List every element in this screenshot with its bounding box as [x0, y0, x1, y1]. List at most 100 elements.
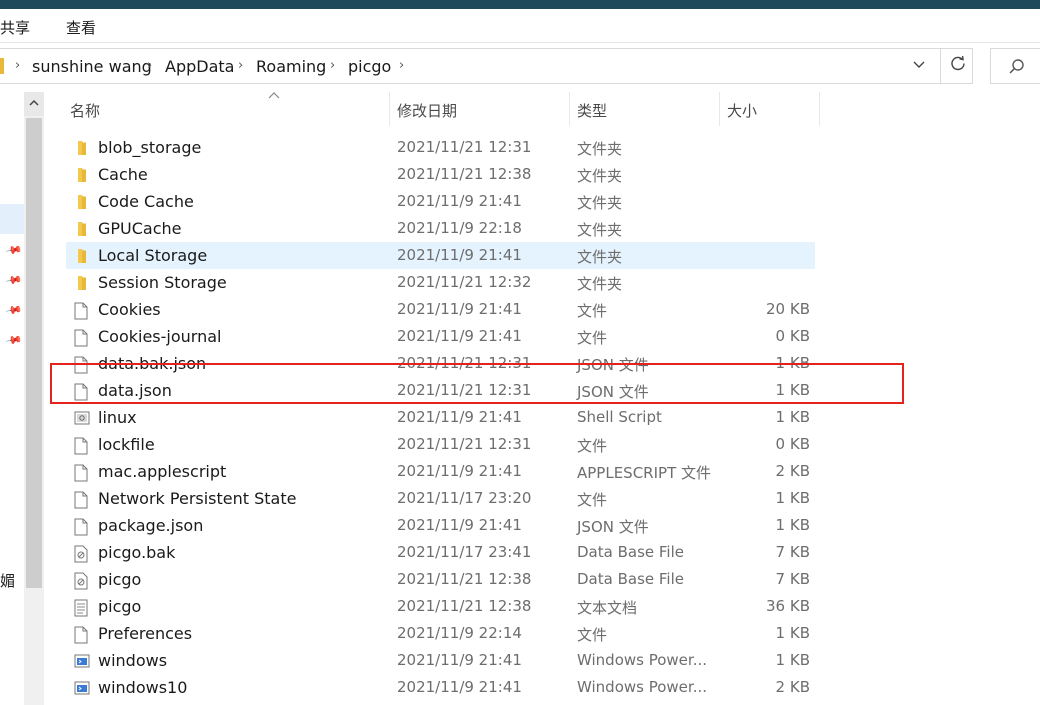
- search-box[interactable]: [990, 48, 1040, 84]
- ribbon-tabs: 共享 查看: [0, 9, 1040, 43]
- folder-icon: [74, 140, 90, 156]
- file-size: 1 KB: [775, 624, 810, 642]
- database-file-icon: [74, 545, 90, 563]
- file-name: linux: [98, 408, 137, 427]
- breadcrumb-roaming[interactable]: Roaming: [256, 57, 326, 76]
- file-modified: 2021/11/9 21:41: [397, 408, 522, 426]
- file-type: 文本文档: [577, 599, 638, 617]
- breadcrumb-picgo[interactable]: picgo: [348, 57, 391, 76]
- scroll-up-button[interactable]: [24, 92, 44, 116]
- column-name[interactable]: 名称: [70, 100, 100, 121]
- file-type: 文件夹: [577, 221, 623, 239]
- file-name: picgo: [98, 597, 142, 616]
- column-divider[interactable]: [719, 92, 720, 126]
- chevron-right-icon[interactable]: ›: [330, 58, 335, 73]
- file-type: 文件夹: [577, 248, 623, 266]
- file-icon: [74, 302, 90, 320]
- address-bar[interactable]: › sunshine wang › AppData › Roaming › pi…: [0, 48, 973, 84]
- file-type: 文件: [577, 437, 608, 455]
- file-type: 文件夹: [577, 167, 623, 185]
- file-row[interactable]: GPUCache 2021/11/9 22:18 文件夹: [66, 215, 815, 242]
- file-type: Data Base File: [577, 543, 684, 561]
- file-row[interactable]: Code Cache 2021/11/9 21:41 文件夹: [66, 188, 815, 215]
- file-type: 文件: [577, 329, 608, 347]
- column-size[interactable]: 大小: [727, 100, 757, 121]
- file-name: Network Persistent State: [98, 489, 297, 508]
- chevron-right-icon[interactable]: ›: [238, 58, 243, 73]
- file-row[interactable]: windows 2021/11/9 21:41 Windows Power... 1 …: [66, 647, 815, 674]
- file-name: package.json: [98, 516, 204, 535]
- tab-view[interactable]: 查看: [66, 17, 96, 38]
- file-size: 1 KB: [775, 516, 810, 534]
- chevron-right-icon[interactable]: ›: [147, 58, 152, 73]
- nav-selected-item[interactable]: [0, 204, 24, 234]
- file-row[interactable]: Cache 2021/11/21 12:38 文件夹: [66, 161, 815, 188]
- column-divider[interactable]: [569, 92, 570, 126]
- file-type: 文件夹: [577, 275, 623, 293]
- column-divider[interactable]: [819, 92, 820, 126]
- pin-icon: 📌: [4, 331, 24, 350]
- breadcrumb-sunshine-wang[interactable]: sunshine wang: [32, 57, 152, 76]
- file-row[interactable]: picgo.bak 2021/11/17 23:41 Data Base File 7…: [66, 539, 815, 566]
- file-row[interactable]: picgo 2021/11/21 12:38 文本文档 36 KB: [66, 593, 815, 620]
- file-icon: [74, 437, 90, 455]
- search-icon: [1008, 58, 1026, 80]
- nav-item-label-fragment[interactable]: 媚: [0, 570, 15, 591]
- file-modified: 2021/11/17 23:41: [397, 543, 532, 561]
- tab-share[interactable]: 共享: [0, 17, 30, 38]
- file-row[interactable]: package.json 2021/11/9 21:41 JSON 文件 1 KB: [66, 512, 815, 539]
- breadcrumb-appdata[interactable]: AppData: [165, 57, 234, 76]
- file-row[interactable]: picgo 2021/11/21 12:38 Data Base File 7 KB: [66, 566, 815, 593]
- file-row[interactable]: Local Storage 2021/11/9 21:41 文件夹: [66, 242, 815, 269]
- folder-icon: [74, 221, 90, 237]
- file-name: blob_storage: [98, 138, 202, 157]
- folder-icon: [0, 58, 4, 74]
- column-divider[interactable]: [389, 92, 390, 126]
- chevron-right-icon[interactable]: ›: [399, 58, 404, 73]
- column-type[interactable]: 类型: [577, 100, 607, 121]
- chevron-right-icon[interactable]: ›: [15, 58, 20, 73]
- file-row[interactable]: Session Storage 2021/11/21 12:32 文件夹: [66, 269, 815, 296]
- file-modified: 2021/11/21 12:38: [397, 597, 532, 615]
- file-type: 文件: [577, 626, 608, 644]
- file-icon: [74, 464, 90, 482]
- file-row[interactable]: linux 2021/11/9 21:41 Shell Script 1 KB: [66, 404, 815, 431]
- file-name: windows10: [98, 678, 188, 697]
- refresh-button[interactable]: [940, 48, 973, 84]
- file-name: GPUCache: [98, 219, 182, 238]
- file-size: 0 KB: [775, 327, 810, 345]
- file-row[interactable]: Cookies-journal 2021/11/9 21:41 文件 0 KB: [66, 323, 815, 350]
- file-modified: 2021/11/9 21:41: [397, 678, 522, 696]
- file-icon: [74, 518, 90, 536]
- nav-scrollbar-thumb[interactable]: [26, 118, 42, 588]
- file-name: Preferences: [98, 624, 193, 643]
- file-icon: [74, 329, 90, 347]
- file-modified: 2021/11/21 12:38: [397, 165, 532, 183]
- folder-icon: [74, 275, 90, 291]
- file-name: picgo.bak: [98, 543, 176, 562]
- file-row[interactable]: mac.applescript 2021/11/9 21:41 APPLESCRIP…: [66, 458, 815, 485]
- file-modified: 2021/11/21 12:38: [397, 570, 532, 588]
- file-modified: 2021/11/9 21:41: [397, 516, 522, 534]
- file-row[interactable]: Cookies 2021/11/9 21:41 文件 20 KB: [66, 296, 815, 323]
- file-size: 1 KB: [775, 408, 810, 426]
- file-modified: 2021/11/9 21:41: [397, 300, 522, 318]
- file-type: Shell Script: [577, 408, 662, 426]
- file-size: 36 KB: [766, 597, 810, 615]
- file-size: 1 KB: [775, 651, 810, 669]
- file-row[interactable]: lockfile 2021/11/21 12:31 文件 0 KB: [66, 431, 815, 458]
- folder-icon: [74, 194, 90, 210]
- file-icon: [74, 626, 90, 644]
- file-row[interactable]: Preferences 2021/11/9 22:14 文件 1 KB: [66, 620, 815, 647]
- file-modified: 2021/11/9 21:41: [397, 192, 522, 210]
- chevron-down-icon[interactable]: [912, 57, 926, 75]
- file-type: 文件: [577, 302, 608, 320]
- file-size: 2 KB: [775, 678, 810, 696]
- file-row[interactable]: Network Persistent State 2021/11/17 23:20…: [66, 485, 815, 512]
- file-name: mac.applescript: [98, 462, 227, 481]
- file-type: 文件: [577, 491, 608, 509]
- file-row[interactable]: blob_storage 2021/11/21 12:31 文件夹: [66, 134, 815, 161]
- file-row[interactable]: windows10 2021/11/9 21:41 Windows Power...…: [66, 674, 815, 701]
- column-modified[interactable]: 修改日期: [397, 100, 457, 121]
- refresh-icon: [949, 54, 967, 77]
